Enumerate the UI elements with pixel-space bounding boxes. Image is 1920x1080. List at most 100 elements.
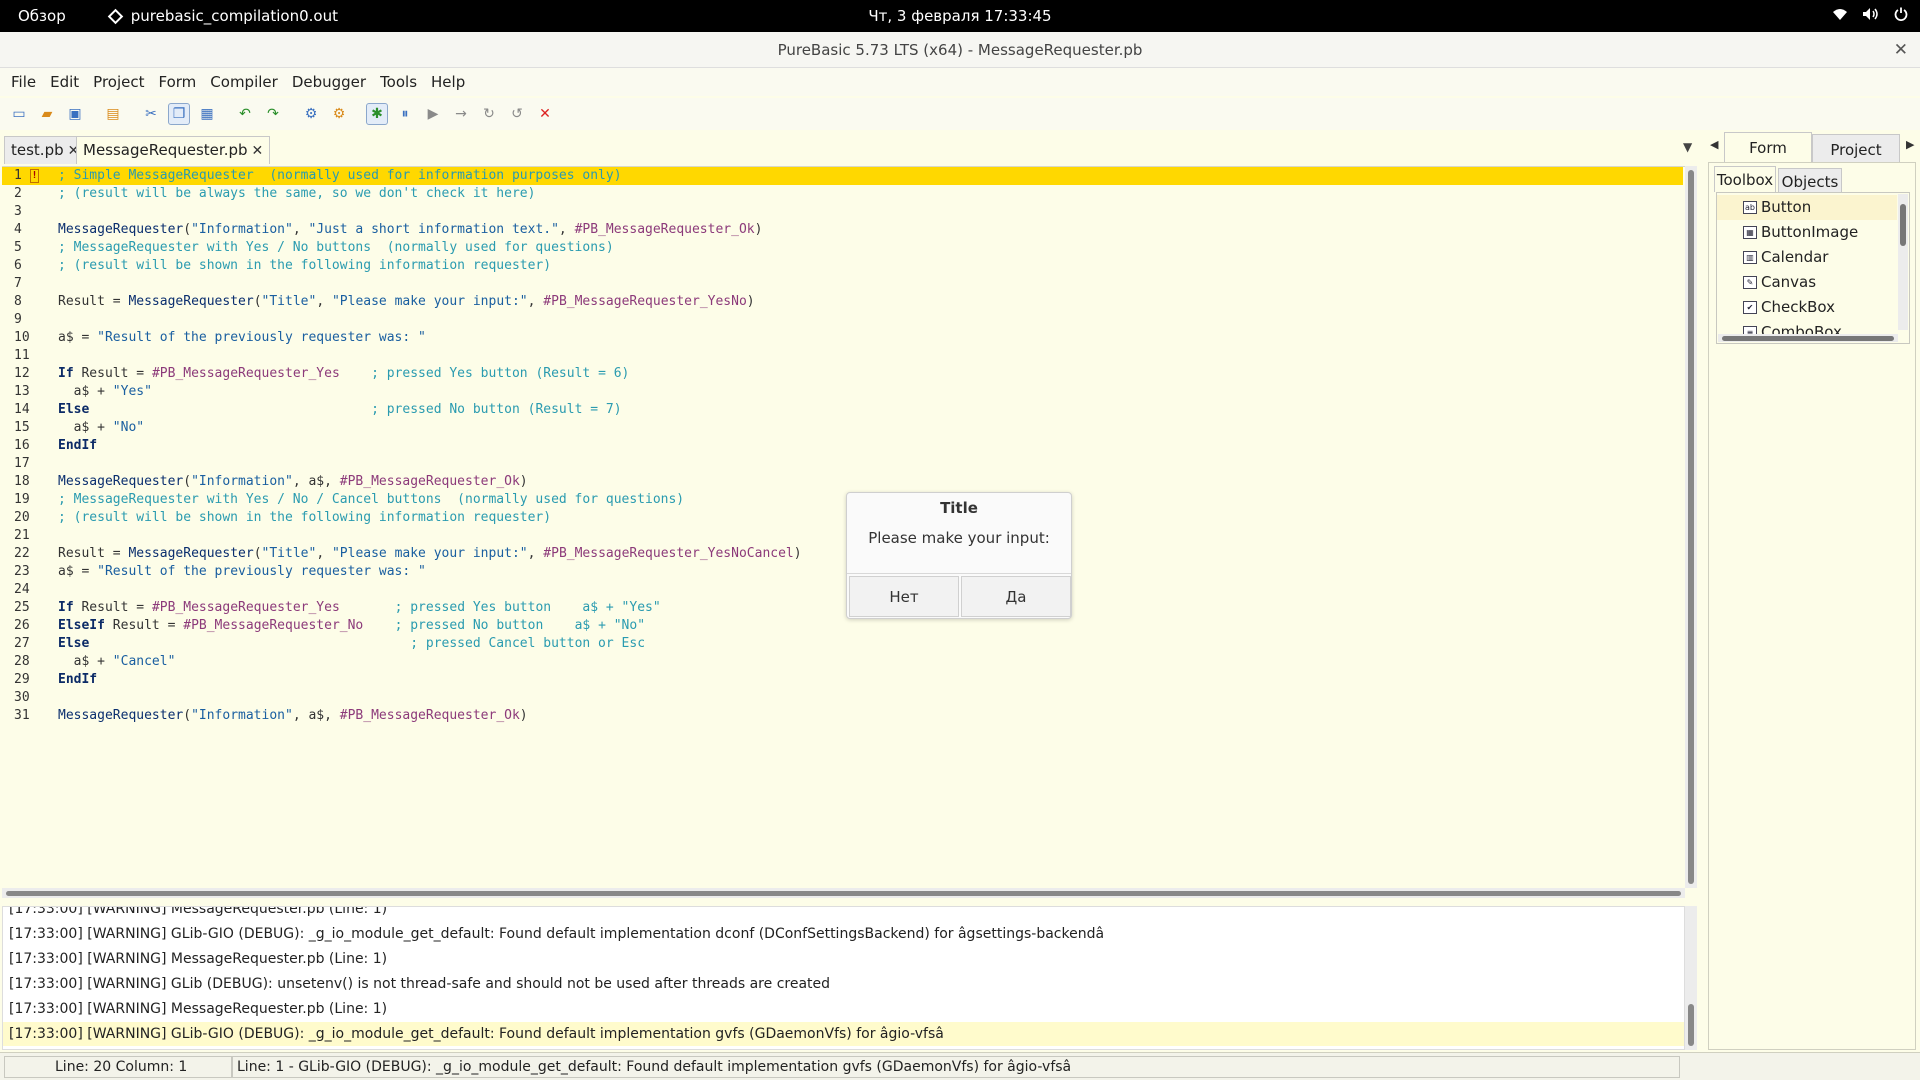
tabs-dropdown-icon[interactable]: ▼: [1683, 140, 1692, 154]
debugger-icon[interactable]: ✱: [366, 103, 388, 125]
copy-icon[interactable]: ❐: [168, 103, 190, 125]
continue-icon[interactable]: ▶: [422, 103, 444, 125]
code-line[interactable]: 5 ; MessageRequester with Yes / No button…: [2, 239, 1683, 257]
code-line[interactable]: 6 ; (result will be shown in the followin…: [2, 257, 1683, 275]
code-editor[interactable]: 1!; Simple MessageRequester (normally us…: [2, 166, 1685, 888]
code-line[interactable]: 4 MessageRequester("Information", "Just a…: [2, 221, 1683, 239]
code-line[interactable]: 15 a$ + "No": [2, 419, 1683, 437]
paste-icon[interactable]: ▦: [196, 103, 218, 125]
log-entry[interactable]: [17:33:00] [WARNING] GLib (DEBUG): unset…: [9, 972, 830, 996]
step-out-icon[interactable]: ↺: [506, 103, 528, 125]
tab-messagerequester-pb[interactable]: MessageRequester.pb ✕: [76, 136, 271, 164]
tab-toolbox[interactable]: Toolbox: [1714, 166, 1776, 192]
debug-log-panel[interactable]: [17:33:00] [WARNING] MessageRequester.pb…: [2, 906, 1685, 1050]
scroll-thumb[interactable]: [1688, 1004, 1694, 1046]
toolbox-item[interactable]: ▦ ButtonImage: [1743, 220, 1858, 245]
code-line[interactable]: 21: [2, 527, 1683, 545]
redo-icon[interactable]: ↷: [262, 103, 284, 125]
tab-project[interactable]: Project: [1812, 134, 1900, 162]
menu-form[interactable]: Form: [152, 68, 204, 96]
code-line[interactable]: 25 If Result = #PB_MessageRequester_Yes ;…: [2, 599, 1683, 617]
code-line[interactable]: 20 ; (result will be shown in the followi…: [2, 509, 1683, 527]
log-entry[interactable]: [17:33:00] [WARNING] GLib-GIO (DEBUG): _…: [9, 922, 1104, 946]
toolbox-vertical-scrollbar[interactable]: [1898, 194, 1908, 330]
code-line[interactable]: 7: [2, 275, 1683, 293]
code-line[interactable]: 30: [2, 689, 1683, 707]
close-file-icon[interactable]: ▤: [102, 103, 124, 125]
open-file-icon[interactable]: ▰: [36, 103, 58, 125]
code-line[interactable]: 27 Else ; pressed Cancel button or Esc: [2, 635, 1683, 653]
code-line[interactable]: 22 Result = MessageRequester("Title", "Pl…: [2, 545, 1683, 563]
panel-left-arrow-icon[interactable]: ◀: [1710, 138, 1718, 151]
power-icon[interactable]: [1894, 7, 1908, 25]
app-menu[interactable]: purebasic_compilation0.out: [107, 7, 338, 25]
wifi-icon[interactable]: [1832, 7, 1848, 25]
volume-icon[interactable]: [1862, 7, 1880, 25]
kill-program-icon[interactable]: ✕: [534, 103, 556, 125]
menu-compiler[interactable]: Compiler: [203, 68, 285, 96]
close-window-icon[interactable]: ✕: [1894, 32, 1908, 68]
toolbox-item[interactable]: ▥ Calendar: [1743, 245, 1828, 270]
gadget-icon: ab: [1743, 201, 1757, 214]
build-icon[interactable]: ⚙: [328, 103, 350, 125]
menu-file[interactable]: File: [4, 68, 43, 96]
toolbox-item[interactable]: ab Button: [1743, 195, 1811, 220]
code-line[interactable]: 19 ; MessageRequester with Yes / No / Can…: [2, 491, 1683, 509]
yes-button[interactable]: Да: [961, 576, 1071, 617]
code-line[interactable]: 11: [2, 347, 1683, 365]
log-entry[interactable]: [17:33:00] [WARNING] GLib-GIO (DEBUG): _…: [3, 1022, 1684, 1046]
log-entry[interactable]: [17:33:00] [WARNING] MessageRequester.pb…: [9, 997, 387, 1021]
code-line[interactable]: 24: [2, 581, 1683, 599]
scroll-thumb[interactable]: [1722, 336, 1894, 341]
new-file-icon[interactable]: ▭: [8, 103, 30, 125]
tab-objects[interactable]: Objects: [1778, 168, 1842, 192]
compile-run-icon[interactable]: ⚙: [300, 103, 322, 125]
save-icon[interactable]: ▣: [64, 103, 86, 125]
log-entry[interactable]: [17:33:00] [WARNING] MessageRequester.pb…: [9, 947, 387, 971]
code-line[interactable]: 3: [2, 203, 1683, 221]
editor-horizontal-scrollbar[interactable]: [2, 888, 1685, 898]
code-line[interactable]: 1!; Simple MessageRequester (normally us…: [2, 167, 1683, 185]
code-line[interactable]: 12 If Result = #PB_MessageRequester_Yes ;…: [2, 365, 1683, 383]
toolbox-item[interactable]: ✔ CheckBox: [1743, 295, 1835, 320]
code-line[interactable]: 8 Result = MessageRequester("Title", "Ple…: [2, 293, 1683, 311]
code-line[interactable]: 2 ; (result will be always the same, so w…: [2, 185, 1683, 203]
scroll-thumb[interactable]: [6, 891, 1681, 896]
editor-vertical-scrollbar[interactable]: [1685, 166, 1697, 888]
menu-tools[interactable]: Tools: [373, 68, 424, 96]
code-line[interactable]: 10 a$ = "Result of the previously request…: [2, 329, 1683, 347]
code-line[interactable]: 13 a$ + "Yes": [2, 383, 1683, 401]
code-line[interactable]: 31 MessageRequester("Information", a$, #P…: [2, 707, 1683, 725]
undo-icon[interactable]: ↶: [234, 103, 256, 125]
log-scrollbar[interactable]: [1685, 906, 1697, 1050]
close-tab-icon[interactable]: ✕: [252, 143, 264, 159]
cut-icon[interactable]: ✂: [140, 103, 162, 125]
code-line[interactable]: 16 EndIf: [2, 437, 1683, 455]
code-line[interactable]: 26 ElseIf Result = #PB_MessageRequester_N…: [2, 617, 1683, 635]
code-line[interactable]: 28 a$ + "Cancel": [2, 653, 1683, 671]
code-line[interactable]: 14 Else ; pressed No button (Result = 7): [2, 401, 1683, 419]
code-line[interactable]: 9: [2, 311, 1683, 329]
no-button[interactable]: Нет: [849, 576, 959, 617]
menu-edit[interactable]: Edit: [43, 68, 86, 96]
system-tray[interactable]: [1832, 0, 1908, 32]
code-line[interactable]: 23 a$ = "Result of the previously request…: [2, 563, 1683, 581]
pause-icon[interactable]: ⏸: [394, 103, 416, 125]
code-line[interactable]: 17: [2, 455, 1683, 473]
step-over-icon[interactable]: ↻: [478, 103, 500, 125]
menu-debugger[interactable]: Debugger: [285, 68, 373, 96]
activities-button[interactable]: Обзор: [18, 7, 66, 25]
code-line[interactable]: 18 MessageRequester("Information", a$, #P…: [2, 473, 1683, 491]
scroll-thumb[interactable]: [1688, 170, 1694, 884]
tab-test-pb[interactable]: test.pb ✕: [4, 136, 87, 164]
step-icon[interactable]: →: [450, 103, 472, 125]
log-entry[interactable]: [17:33:00] [WARNING] MessageRequester.pb…: [9, 907, 387, 921]
toolbox-horizontal-scrollbar[interactable]: [1718, 334, 1898, 342]
tab-form[interactable]: Form: [1724, 132, 1812, 162]
code-line[interactable]: 29 EndIf: [2, 671, 1683, 689]
toolbox-item[interactable]: ✎ Canvas: [1743, 270, 1816, 295]
menu-project[interactable]: Project: [86, 68, 151, 96]
panel-right-arrow-icon[interactable]: ▶: [1906, 138, 1914, 151]
menu-help[interactable]: Help: [424, 68, 472, 96]
scroll-thumb[interactable]: [1900, 204, 1906, 246]
